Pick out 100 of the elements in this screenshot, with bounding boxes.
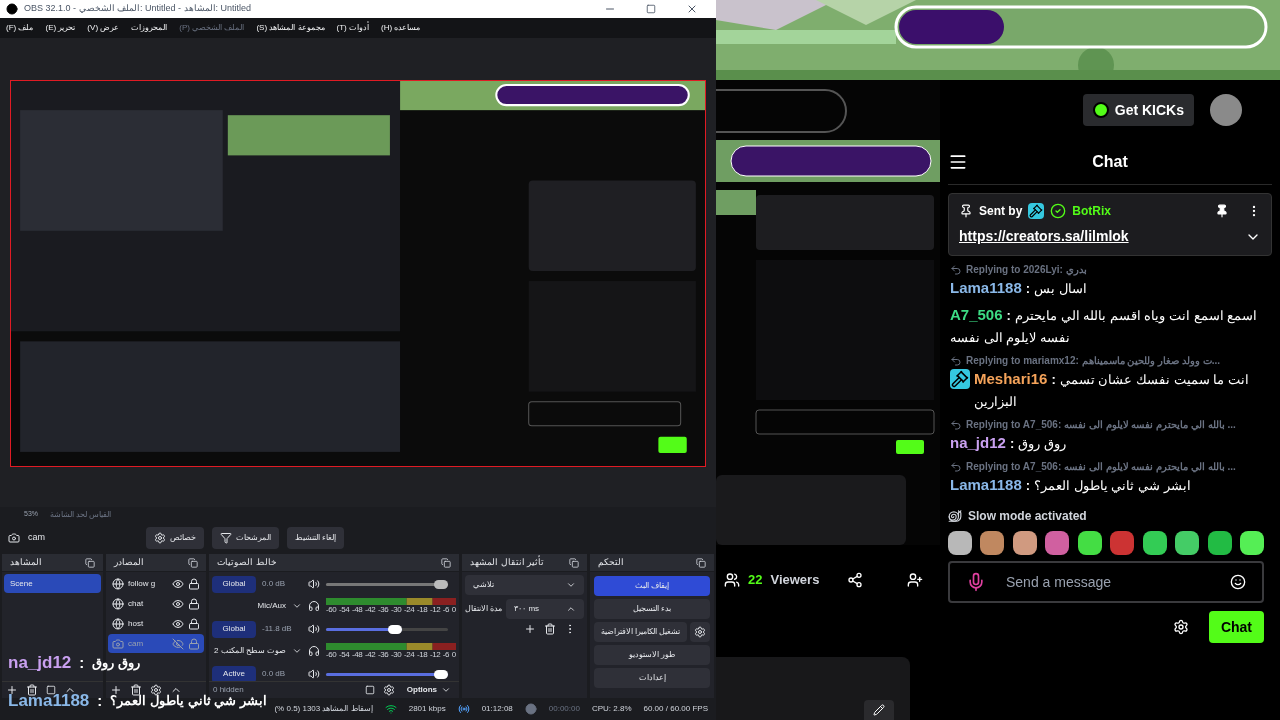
add-icon[interactable] <box>6 684 18 696</box>
control-button[interactable]: تشغيل الكاميرا الافتراضية <box>594 622 687 642</box>
record-icon <box>524 703 537 715</box>
settings-icon[interactable] <box>150 684 162 696</box>
panel-icon[interactable] <box>46 685 56 695</box>
sent-by-label: Sent by <box>979 203 1023 220</box>
emote-icon[interactable] <box>1142 531 1167 555</box>
dropdown-icon[interactable] <box>292 646 302 656</box>
trash-icon[interactable] <box>544 623 556 635</box>
menu-item[interactable]: المحروزات <box>131 22 168 34</box>
lock-icon[interactable] <box>188 597 200 610</box>
mic-icon[interactable] <box>966 572 986 592</box>
context-button[interactable]: خصائص <box>146 527 204 549</box>
menu-item[interactable]: عرض (V) <box>87 22 120 34</box>
source-item[interactable]: chat <box>108 594 204 613</box>
message-input[interactable]: Send a message <box>1006 571 1210 593</box>
get-kicks-button[interactable]: Get KICKs <box>1082 94 1194 126</box>
slider-thumb[interactable] <box>434 579 448 589</box>
speaker-icon[interactable] <box>308 668 320 680</box>
speaker-icon[interactable] <box>308 578 320 590</box>
send-chat-button[interactable]: Chat <box>1208 611 1264 643</box>
undock-icon[interactable] <box>696 557 706 568</box>
add-icon[interactable] <box>110 684 122 696</box>
caption-separator: : <box>97 693 103 708</box>
caption-separator: : <box>79 655 85 670</box>
headphones-icon[interactable] <box>308 600 320 612</box>
reply-context: Replying to mariamx12: ت وولد صغار وللحين ماسميناهم... <box>966 354 1221 368</box>
close-icon[interactable] <box>686 3 698 15</box>
eye-icon[interactable] <box>172 617 184 630</box>
control-button[interactable]: بدء التسجيل <box>594 599 710 619</box>
spin-icon[interactable] <box>566 604 576 614</box>
undock-icon[interactable] <box>441 557 451 568</box>
undock-icon[interactable] <box>188 557 198 568</box>
control-button[interactable]: إيقاف البث <box>594 576 710 596</box>
meter-scale-label: -42 <box>364 605 376 614</box>
menu-item[interactable]: ملف (F) <box>6 22 34 34</box>
unpin-icon[interactable] <box>1215 204 1229 218</box>
eye-icon[interactable] <box>172 597 184 610</box>
filter-icon <box>220 532 232 544</box>
options-button[interactable]: Options <box>402 684 455 696</box>
add-icon[interactable] <box>524 623 536 635</box>
emote-icon[interactable] <box>1077 531 1102 555</box>
channel-button[interactable]: Active <box>212 665 256 681</box>
menu-item[interactable]: تحرير (E) <box>45 22 76 34</box>
maximize-icon[interactable] <box>646 4 656 14</box>
meter-scale-label: 0 <box>451 605 456 614</box>
source-item[interactable]: host <box>108 614 204 633</box>
slider-thumb[interactable] <box>434 669 448 679</box>
channel-button[interactable]: Global <box>212 575 256 593</box>
channel-button[interactable]: Global <box>212 620 256 638</box>
emote-icon[interactable] <box>1239 531 1264 555</box>
emote-icon[interactable] <box>948 531 972 555</box>
transition-dropdown[interactable]: تلاشي <box>465 575 584 595</box>
speaker-icon[interactable] <box>308 623 320 635</box>
emote-icon[interactable] <box>1207 531 1232 555</box>
undock-icon[interactable] <box>85 557 95 568</box>
dropdown-icon[interactable] <box>292 601 302 611</box>
emote-icon[interactable] <box>1175 531 1200 555</box>
emote-icon[interactable] <box>1045 531 1070 555</box>
menu-item[interactable]: مجموعة المشاهد (S) <box>256 22 325 34</box>
trash-icon[interactable] <box>130 684 142 696</box>
menu-item[interactable]: مساعده (H) <box>380 22 421 34</box>
settings-icon[interactable] <box>382 684 395 696</box>
undock-icon[interactable] <box>569 557 579 568</box>
share-icon[interactable] <box>847 572 864 588</box>
emote-icon[interactable] <box>980 531 1005 555</box>
viewer-count: 22 <box>748 571 763 590</box>
meter-scale-label: -60 <box>326 605 337 614</box>
settings-button[interactable] <box>690 622 710 642</box>
control-button[interactable]: طور الاستوديو <box>594 645 710 665</box>
panel-icon[interactable] <box>364 685 375 695</box>
avatar[interactable] <box>1210 94 1242 126</box>
context-button[interactable]: إلغاء التنشيط <box>287 527 345 549</box>
source-item[interactable]: follow g <box>108 574 204 593</box>
context-button[interactable]: المرشحات <box>212 527 279 549</box>
meter-scale-label: -6 <box>442 650 450 659</box>
moderator-badge-icon <box>1028 203 1045 219</box>
control-button[interactable]: إعدادات <box>594 668 710 688</box>
eye-off-icon[interactable] <box>172 637 184 650</box>
settings-icon[interactable] <box>1172 619 1189 635</box>
follow-icon[interactable] <box>907 572 924 588</box>
menu-item[interactable]: أدوات (T) <box>336 22 369 34</box>
headphones-icon[interactable] <box>308 645 320 657</box>
pinned-link[interactable]: https://creators.sa/lilmlok <box>959 226 1245 247</box>
emoji-icon[interactable] <box>1230 574 1246 590</box>
message-field[interactable]: Send a message <box>948 561 1264 603</box>
scene-item[interactable]: Scene <box>4 574 101 593</box>
dock-title: التحكم <box>598 555 624 569</box>
edit-button[interactable] <box>864 700 894 720</box>
emote-icon[interactable] <box>1012 531 1037 555</box>
lock-icon[interactable] <box>188 577 200 590</box>
trash-icon[interactable] <box>26 684 38 696</box>
menu-icon[interactable] <box>948 152 968 172</box>
viewers-label: Viewers <box>770 571 820 590</box>
duration-field[interactable]: ٣٠٠ ms <box>506 599 584 619</box>
reply-context: Replying to A7_506: بالله الي مايحترم نفسه لايلوم الى نفسه ... <box>966 418 1236 432</box>
eye-icon[interactable] <box>172 577 184 590</box>
lock-icon[interactable] <box>188 617 200 630</box>
meter-scale-label: -60 <box>326 650 337 659</box>
slider-thumb[interactable] <box>387 624 402 634</box>
